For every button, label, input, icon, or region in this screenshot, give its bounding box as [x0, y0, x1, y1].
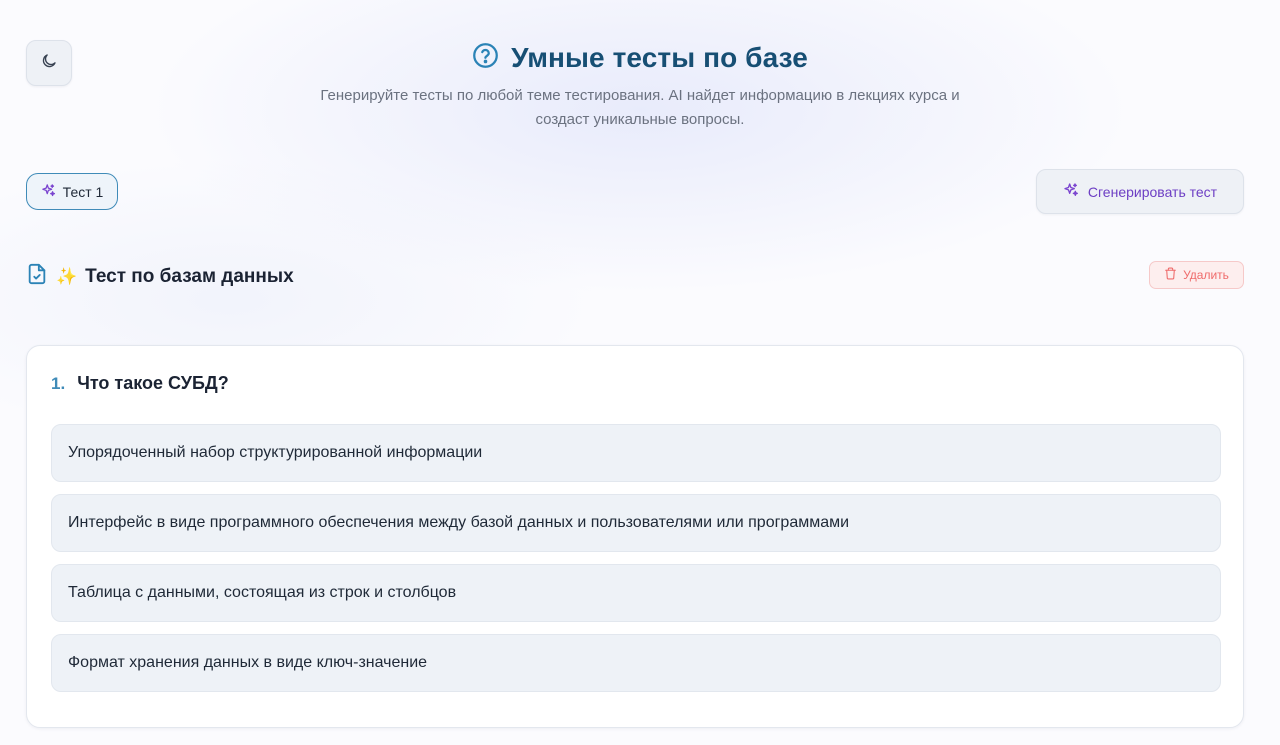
question-number: 1. [51, 374, 66, 393]
sparkles-icon [1063, 182, 1079, 201]
question-card: 1. Что такое СУБД? Упорядоченный набор с… [26, 345, 1244, 728]
tab-test-1[interactable]: Тест 1 [26, 173, 118, 210]
test-heading: ✨ Тест по базам данных [26, 262, 294, 291]
test-title: Тест по базам данных [85, 265, 294, 287]
sparkles-icon [41, 183, 56, 201]
page-subtitle: Генерируйте тесты по любой теме тестиров… [320, 87, 960, 128]
title-row: Умные тесты по базе [0, 38, 1280, 78]
answer-option[interactable]: Интерфейс в виде программного обеспечени… [51, 494, 1221, 552]
delete-test-button[interactable]: Удалить [1149, 261, 1244, 289]
sparkle-emoji: ✨ [56, 267, 78, 286]
question-header: 1. Что такое СУБД? [51, 373, 229, 394]
answer-option-label: Формат хранения данных в виде ключ-значе… [68, 654, 428, 671]
answer-option[interactable]: Таблица с данными, состоящая из строк и … [51, 564, 1221, 622]
delete-button-label: Удалить [1183, 268, 1229, 282]
question-text: Что такое СУБД? [77, 373, 229, 393]
page-header: Умные тесты по базе Генерируйте тесты по… [0, 38, 1280, 132]
answer-option[interactable]: Упорядоченный набор структурированной ин… [51, 424, 1221, 482]
answer-option-label: Интерфейс в виде программного обеспечени… [68, 514, 850, 531]
tab-label: Тест 1 [62, 183, 104, 200]
answer-option-label: Упорядоченный набор структурированной ин… [68, 444, 483, 461]
generate-button-label: Сгенерировать тест [1087, 183, 1218, 200]
question-circle-icon [472, 42, 499, 74]
trash-icon [1164, 267, 1177, 283]
page-title: Умные тесты по базе [511, 42, 808, 73]
answer-option-label: Таблица с данными, состоящая из строк и … [68, 584, 457, 601]
file-check-icon [26, 262, 48, 291]
answer-option[interactable]: Формат хранения данных в виде ключ-значе… [51, 634, 1221, 692]
generate-test-button[interactable]: Сгенерировать тест [1036, 169, 1244, 214]
